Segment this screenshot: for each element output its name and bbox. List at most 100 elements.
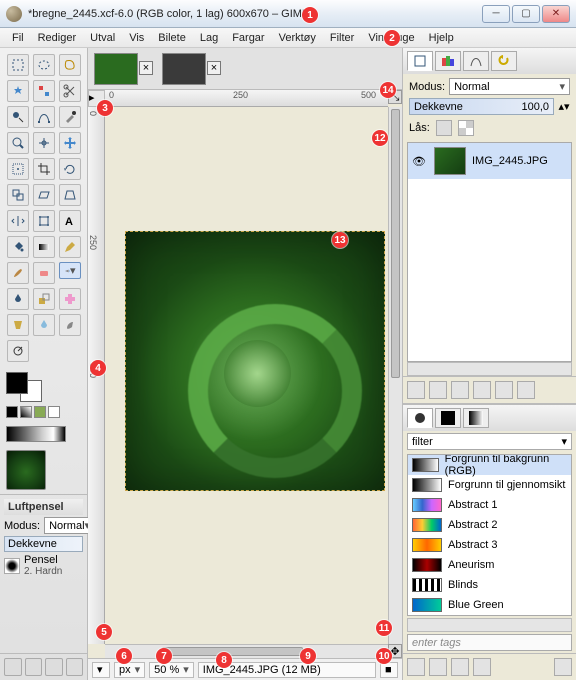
tool-measure[interactable] — [33, 132, 55, 154]
quicknav-button[interactable]: ▾ — [92, 662, 110, 678]
tool-align[interactable] — [7, 158, 29, 180]
anchor-layer-icon[interactable] — [495, 381, 513, 399]
close-tab-icon[interactable]: × — [207, 61, 221, 75]
patterns-tab[interactable] — [435, 408, 461, 428]
tool-scissors[interactable] — [59, 80, 81, 102]
menu-bilete[interactable]: Bilete — [152, 30, 192, 46]
gradient-item[interactable]: Abstract 1 — [408, 495, 571, 515]
visibility-icon[interactable]: 👁 — [412, 155, 428, 168]
gradient-item[interactable]: Forgrunn til bakgrunn (RGB) — [408, 455, 571, 475]
paths-tab[interactable] — [463, 51, 489, 71]
tool-bucket[interactable] — [7, 236, 29, 258]
raise-layer-icon[interactable] — [429, 381, 447, 399]
active-gradient[interactable] — [6, 426, 66, 442]
maximize-button[interactable]: ▢ — [512, 5, 540, 23]
horizontal-scrollbar[interactable] — [105, 644, 388, 658]
save-options-icon[interactable] — [4, 658, 22, 676]
layer-mode-select[interactable]: Normal — [449, 78, 570, 95]
tool-ellipse-select[interactable] — [33, 54, 55, 76]
tool-pencil[interactable] — [59, 236, 81, 258]
undo-tab[interactable] — [491, 51, 517, 71]
duplicate-layer-icon[interactable] — [473, 381, 491, 399]
active-image-thumb[interactable] — [6, 450, 46, 490]
close-button[interactable]: ✕ — [542, 5, 570, 23]
tool-move[interactable] — [59, 132, 81, 154]
tool-by-color[interactable] — [33, 80, 55, 102]
edit-gradient-icon[interactable] — [407, 658, 425, 676]
tool-paintbrush[interactable] — [7, 262, 29, 284]
tool-fuzzy-select[interactable] — [7, 80, 29, 102]
new-gradient-icon[interactable] — [429, 658, 447, 676]
channels-tab[interactable] — [435, 51, 461, 71]
tool-crop[interactable] — [33, 158, 55, 180]
delete-gradient-icon[interactable] — [473, 658, 491, 676]
tool-free-select[interactable] — [59, 54, 81, 76]
tool-text[interactable]: A — [59, 210, 81, 232]
lower-layer-icon[interactable] — [451, 381, 469, 399]
refresh-gradient-icon[interactable] — [554, 658, 572, 676]
tool-foreground[interactable] — [7, 106, 29, 128]
palette-chip[interactable] — [20, 406, 32, 418]
fg-color-swatch[interactable] — [6, 372, 28, 394]
tool-clone[interactable] — [33, 288, 55, 310]
new-layer-icon[interactable] — [407, 381, 425, 399]
gradient-item[interactable]: Forgrunn til gjennomsikt — [408, 475, 571, 495]
tool-flip[interactable] — [7, 210, 29, 232]
gradient-item[interactable]: Blue Green — [408, 595, 571, 615]
reset-options-icon[interactable] — [66, 658, 84, 676]
tool-color-picker[interactable] — [59, 106, 81, 128]
tool-ink[interactable] — [7, 288, 29, 310]
tool-zoom[interactable] — [7, 132, 29, 154]
layer-row[interactable]: 👁 IMG_2445.JPG — [408, 143, 571, 179]
palette-chip[interactable] — [48, 406, 60, 418]
gradients-hscroll[interactable] — [407, 618, 572, 632]
tool-heal[interactable] — [59, 288, 81, 310]
menu-verktoy[interactable]: Verktøy — [273, 30, 322, 46]
menu-filter[interactable]: Filter — [324, 30, 360, 46]
minimize-button[interactable]: ─ — [482, 5, 510, 23]
tool-dodge[interactable] — [7, 340, 29, 362]
brush-preview-icon[interactable] — [4, 558, 20, 574]
opacity-spinner[interactable]: ▴▾ — [558, 100, 570, 113]
tool-rect-select[interactable] — [7, 54, 29, 76]
layers-tab[interactable] — [407, 51, 433, 71]
tool-airbrush[interactable] — [59, 262, 81, 279]
gradient-item[interactable]: Aneurism — [408, 555, 571, 575]
tool-perspective[interactable] — [59, 184, 81, 206]
palette-chip[interactable] — [6, 406, 18, 418]
layers-list[interactable]: 👁 IMG_2445.JPG — [407, 142, 572, 362]
tool-cage[interactable] — [33, 210, 55, 232]
tags-input[interactable]: enter tags — [407, 634, 572, 651]
image-canvas[interactable] — [125, 231, 385, 491]
gradients-tab[interactable] — [463, 408, 489, 428]
lock-alpha-icon[interactable] — [458, 120, 474, 136]
gradient-item[interactable]: Abstract 3 — [408, 535, 571, 555]
delete-options-icon[interactable] — [45, 658, 63, 676]
opacity-slider[interactable]: Dekkevne — [4, 536, 83, 552]
restore-options-icon[interactable] — [25, 658, 43, 676]
dup-gradient-icon[interactable] — [451, 658, 469, 676]
ruler-horizontal[interactable]: 0 250 500 — [105, 90, 388, 107]
menu-utval[interactable]: Utval — [84, 30, 121, 46]
gradient-item[interactable]: Abstract 2 — [408, 515, 571, 535]
tool-smudge[interactable] — [59, 314, 81, 336]
viewport[interactable] — [105, 107, 388, 644]
menu-vis[interactable]: Vis — [123, 30, 150, 46]
vertical-scrollbar[interactable] — [388, 107, 402, 644]
lock-pixels-icon[interactable] — [436, 120, 452, 136]
image-tab-1[interactable]: × — [94, 53, 138, 85]
menu-hjelp[interactable]: Hjelp — [423, 30, 460, 46]
menu-rediger[interactable]: Rediger — [32, 30, 83, 46]
zoom-field[interactable]: 50 % — [149, 662, 194, 678]
menu-lag[interactable]: Lag — [194, 30, 224, 46]
layer-name[interactable]: IMG_2445.JPG — [472, 155, 548, 167]
tool-perspective-clone[interactable] — [7, 314, 29, 336]
close-tab-icon[interactable]: × — [139, 61, 153, 75]
tool-blur[interactable] — [33, 314, 55, 336]
image-tab-2[interactable]: × — [162, 53, 206, 85]
tool-blend[interactable] — [33, 236, 55, 258]
menu-fargar[interactable]: Fargar — [226, 30, 270, 46]
layer-opacity-slider[interactable]: Dekkevne100,0 — [409, 98, 554, 115]
menu-fil[interactable]: Fil — [6, 30, 30, 46]
tool-shear[interactable] — [33, 184, 55, 206]
